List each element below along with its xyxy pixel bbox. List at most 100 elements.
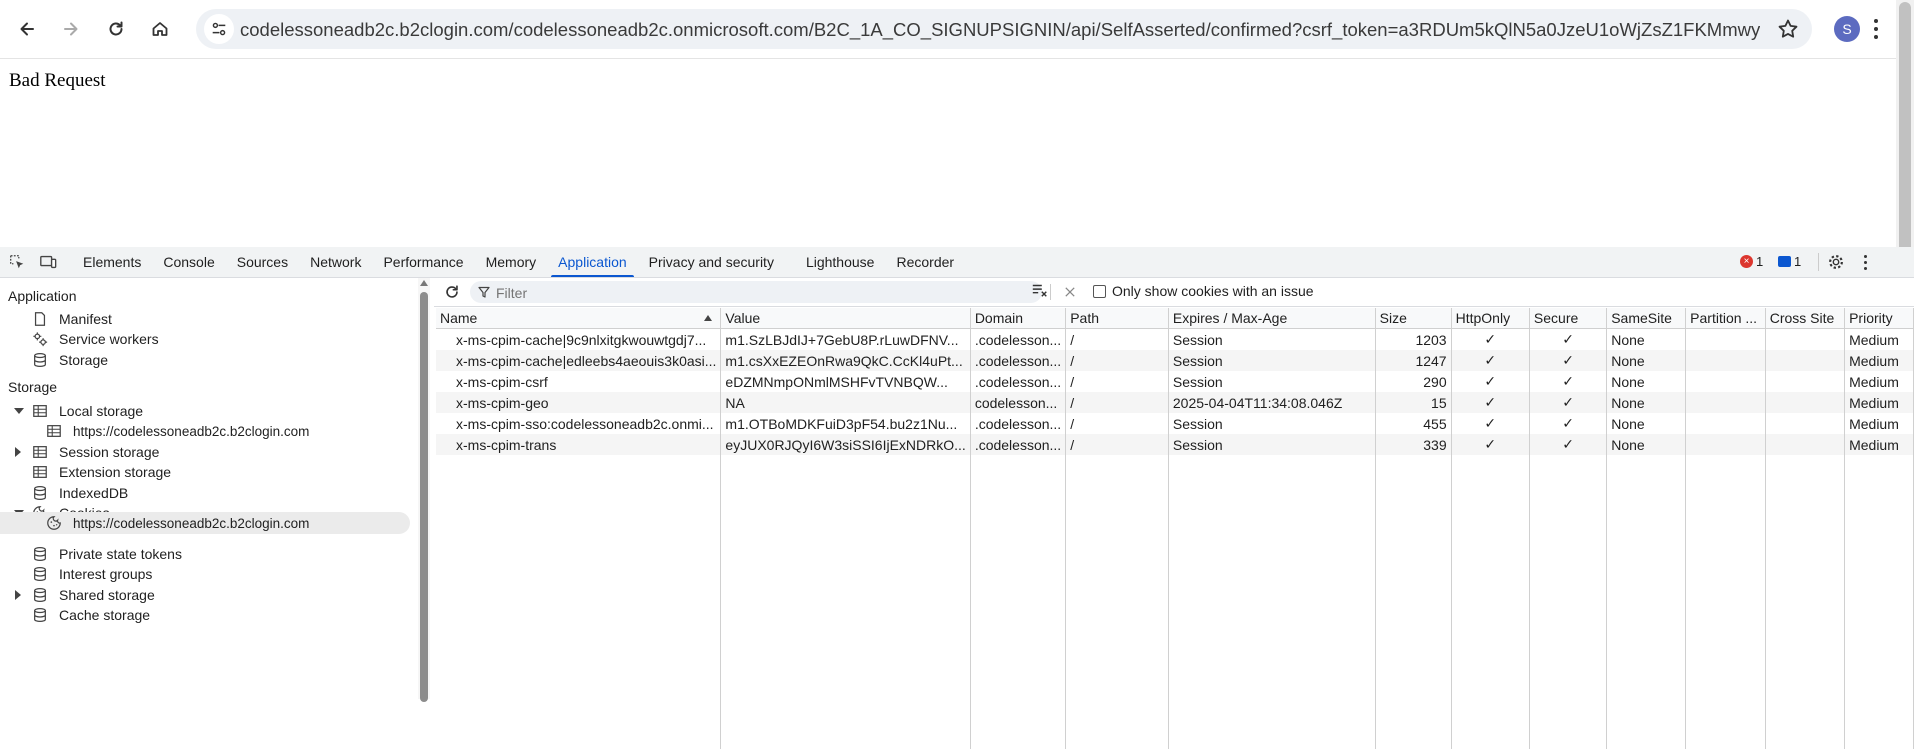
sidebar-item-interest-groups[interactable]: Interest groups <box>31 563 152 585</box>
column-header-path[interactable]: Path <box>1066 308 1169 329</box>
empty-cell <box>436 581 721 602</box>
reload-icon <box>106 19 126 39</box>
sidebar-item-cache-storage[interactable]: Cache storage <box>31 604 150 626</box>
empty-cell <box>970 602 1065 623</box>
column-header-size[interactable]: Size <box>1375 308 1451 329</box>
refresh-icon[interactable] <box>442 282 462 302</box>
empty-cell <box>1529 602 1606 623</box>
sidebar-item-storage[interactable]: Storage <box>31 349 108 371</box>
empty-cell <box>970 497 1065 518</box>
sidebar-item-private-state-tokens[interactable]: Private state tokens <box>31 543 182 565</box>
column-header-secure[interactable]: Secure <box>1529 308 1606 329</box>
site-info-button[interactable] <box>204 14 234 44</box>
inspect-element-icon[interactable] <box>7 252 27 272</box>
page-message: Bad Request <box>9 70 106 92</box>
url-text[interactable]: codelessoneadb2c.b2clogin.com/codelesson… <box>240 19 1760 41</box>
sidebar-item-local-storage-origin[interactable]: https://codelessoneadb2c.b2clogin.com <box>45 420 309 442</box>
cell-secure: ✓ <box>1529 434 1606 455</box>
tab-memory[interactable]: Memory <box>475 247 548 277</box>
empty-cell <box>1845 707 1914 728</box>
column-header-cross-site[interactable]: Cross Site <box>1765 308 1844 329</box>
column-header-httponly[interactable]: HttpOnly <box>1451 308 1529 329</box>
delete-selected-icon[interactable] <box>1060 282 1080 302</box>
forward-button[interactable] <box>56 14 86 44</box>
message-count-badge[interactable]: 1 <box>1778 254 1801 269</box>
error-count-badge[interactable]: × 1 <box>1740 254 1763 269</box>
scroll-up-arrow-icon[interactable] <box>420 280 428 286</box>
empty-cell <box>1375 539 1451 560</box>
column-header-samesite[interactable]: SameSite <box>1607 308 1686 329</box>
sidebar-item-manifest[interactable]: Manifest <box>31 308 112 330</box>
empty-cell <box>721 539 970 560</box>
column-header-partition[interactable]: Partition ... <box>1686 308 1766 329</box>
sidebar-item-local-storage[interactable]: Local storage <box>31 400 143 422</box>
tab-performance[interactable]: Performance <box>372 247 474 277</box>
settings-gear-icon[interactable] <box>1826 252 1846 272</box>
tab-sources[interactable]: Sources <box>226 247 299 277</box>
tab-recorder[interactable]: Recorder <box>885 247 965 277</box>
sidebar-scrollbar-thumb[interactable] <box>420 292 428 702</box>
empty-cell <box>721 518 970 539</box>
table-row[interactable]: x-ms-cpim-geoNAcodelesson.../2025-04-04T… <box>436 392 1914 413</box>
column-header-expires[interactable]: Expires / Max-Age <box>1168 308 1375 329</box>
tab-console[interactable]: Console <box>152 247 225 277</box>
expand-arrow-icon[interactable] <box>14 408 24 414</box>
devtools-menu-icon[interactable] <box>1864 255 1868 270</box>
back-button[interactable] <box>12 14 42 44</box>
empty-cell <box>1529 728 1606 749</box>
empty-cell <box>1607 665 1686 686</box>
sidebar-item-shared-storage[interactable]: Shared storage <box>31 584 155 606</box>
profile-avatar[interactable]: S <box>1834 16 1860 42</box>
empty-cell <box>1765 707 1844 728</box>
device-toolbar-icon[interactable] <box>38 252 58 272</box>
clear-all-icon[interactable] <box>1030 280 1050 300</box>
column-header-name[interactable]: Name <box>436 308 721 329</box>
cell-priority: Medium <box>1845 392 1914 413</box>
bookmark-star-icon[interactable] <box>1776 17 1800 41</box>
empty-cell <box>1451 455 1529 476</box>
tab-lighthouse[interactable]: Lighthouse <box>795 247 886 277</box>
empty-cell <box>1066 518 1169 539</box>
expand-arrow-icon[interactable] <box>15 447 21 457</box>
table-row[interactable]: x-ms-cpim-csrfeDZMNmpONmlMSHFvTVNBQW....… <box>436 371 1914 392</box>
filter-input[interactable] <box>494 283 1028 303</box>
table-row[interactable]: x-ms-cpim-transeyJUX0RJQyI6W3siSSI6IjExN… <box>436 434 1914 455</box>
address-bar[interactable]: codelessoneadb2c.b2clogin.com/codelesson… <box>196 9 1812 49</box>
empty-row <box>436 707 1914 728</box>
column-header-domain[interactable]: Domain <box>970 308 1065 329</box>
tab-privacy-and-security[interactable]: Privacy and security <box>638 247 785 277</box>
empty-cell <box>1375 602 1451 623</box>
table-row[interactable]: x-ms-cpim-cache|edleebs4aeouis3k0asi...m… <box>436 350 1914 371</box>
table-row[interactable]: x-ms-cpim-sso:codelessoneadb2c.onmi...m1… <box>436 413 1914 434</box>
empty-cell <box>1375 686 1451 707</box>
column-header-priority[interactable]: Priority <box>1845 308 1914 329</box>
error-count: 1 <box>1756 254 1763 269</box>
sidebar-item-label: Interest groups <box>59 566 152 582</box>
sidebar-scrollbar[interactable] <box>418 278 430 699</box>
reload-button[interactable] <box>101 14 131 44</box>
table-row[interactable]: x-ms-cpim-cache|9c9nlxitgkwouwtgdj7...m1… <box>436 329 1914 351</box>
cell-samesite: None <box>1607 413 1686 434</box>
sidebar-item-service-workers[interactable]: Service workers <box>31 328 159 350</box>
sidebar-item-cookies-origin[interactable]: https://codelessoneadb2c.b2clogin.com <box>45 512 309 534</box>
empty-cell <box>1686 686 1766 707</box>
sidebar-item-indexeddb[interactable]: IndexedDB <box>31 482 128 504</box>
empty-cell <box>970 623 1065 644</box>
tab-elements[interactable]: Elements <box>72 247 152 277</box>
empty-cell <box>1168 623 1375 644</box>
only-issues-checkbox[interactable]: Only show cookies with an issue <box>1093 283 1314 299</box>
column-header-value[interactable]: Value <box>721 308 970 329</box>
cell-value: NA <box>721 392 970 413</box>
checkbox-box[interactable] <box>1093 285 1106 298</box>
tab-application[interactable]: Application <box>547 247 638 277</box>
sidebar-item-extension-storage[interactable]: Extension storage <box>31 461 171 483</box>
expand-arrow-icon[interactable] <box>15 590 21 600</box>
empty-cell <box>1451 728 1529 749</box>
sidebar-item-session-storage[interactable]: Session storage <box>31 441 159 463</box>
tab-network[interactable]: Network <box>299 247 372 277</box>
home-button[interactable] <box>145 14 175 44</box>
browser-menu-icon[interactable] <box>1874 19 1878 39</box>
cell-expires: Session <box>1168 350 1375 371</box>
empty-cell <box>1765 560 1844 581</box>
empty-cell <box>1529 707 1606 728</box>
